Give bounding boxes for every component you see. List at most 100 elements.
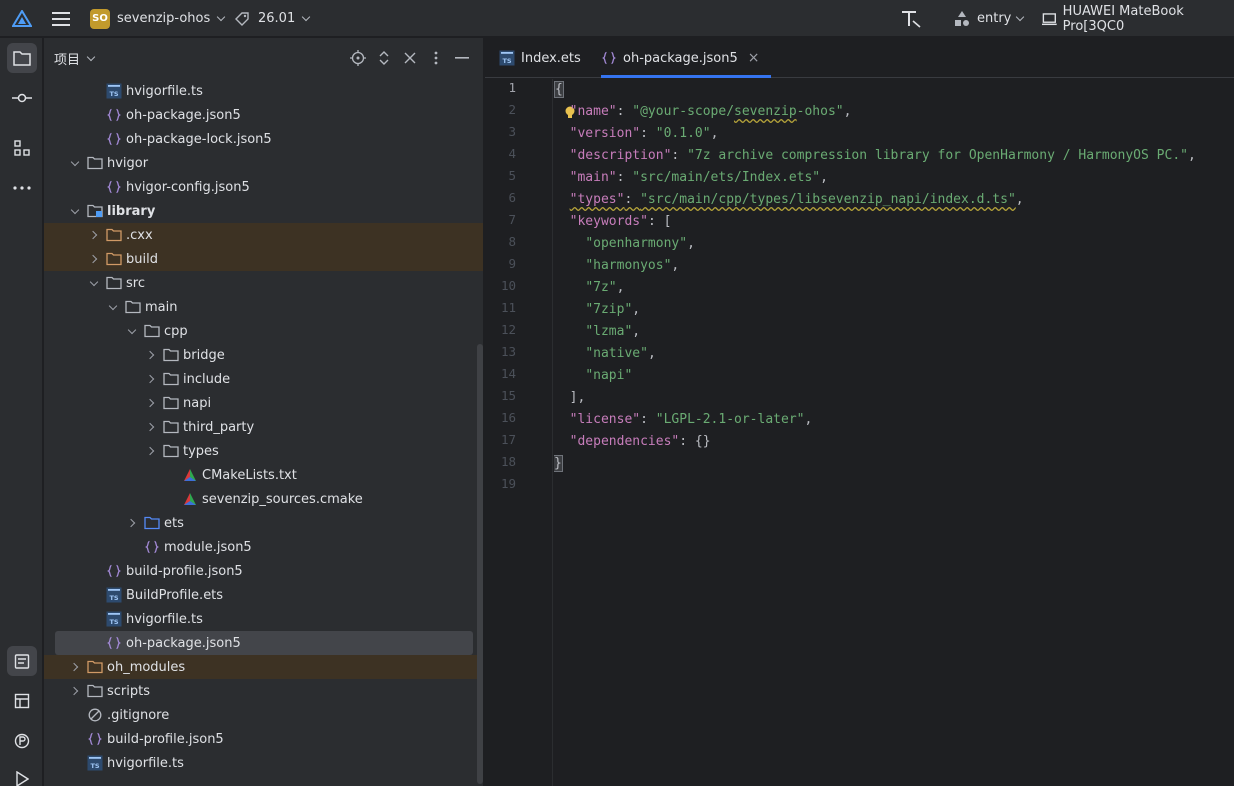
tree-item[interactable]: library — [44, 199, 483, 223]
tree-item[interactable]: bridge — [44, 343, 483, 367]
locate-file-icon[interactable] — [349, 49, 367, 67]
close-icon[interactable]: × — [748, 50, 760, 66]
tree-item[interactable]: CMakeLists.txt — [44, 463, 483, 487]
structure-icon[interactable] — [7, 133, 37, 163]
version-label: 26.01 — [258, 11, 296, 26]
tree-item-label: hvigorfile.ts — [107, 755, 184, 771]
layout-icon[interactable] — [7, 686, 37, 716]
code-token: "openharmony" — [585, 236, 688, 251]
chevron-down-icon[interactable] — [68, 151, 82, 175]
code-token: "native" — [585, 346, 648, 361]
tree-item[interactable]: .cxx — [44, 223, 483, 247]
line-number: 10 — [500, 278, 516, 293]
tree-item[interactable]: TS hvigorfile.ts — [44, 79, 483, 103]
tree-item[interactable]: build — [44, 247, 483, 271]
code-token: "7zip" — [585, 302, 633, 317]
project-tree: TS hvigorfile.ts oh-package.json5 oh-packag… — [44, 79, 483, 775]
chevron-down-icon[interactable] — [86, 52, 96, 61]
project-switcher[interactable]: SO sevenzip-ohos — [90, 0, 226, 37]
typography-icon[interactable] — [900, 0, 922, 37]
commit-icon[interactable] — [7, 83, 37, 113]
chevron-right-icon[interactable] — [144, 439, 158, 463]
todo-icon[interactable] — [7, 646, 37, 676]
chevron-right-icon[interactable] — [144, 391, 158, 415]
svg-text:TS: TS — [90, 762, 99, 770]
tree-scrollbar[interactable] — [477, 344, 483, 784]
line-number: 9 — [508, 256, 516, 271]
tree-item[interactable]: oh_modules — [44, 655, 483, 679]
chevron-right-icon[interactable] — [144, 343, 158, 367]
run-icon[interactable] — [7, 764, 37, 786]
chevron-down-icon[interactable] — [106, 295, 120, 319]
code-token: : — [616, 104, 633, 119]
tree-item[interactable]: TS hvigorfile.ts — [44, 751, 483, 775]
hide-panel-icon[interactable] — [453, 49, 471, 67]
editor-tab[interactable]: oh-package.json5 × — [601, 38, 772, 78]
tree-item-label: cpp — [164, 323, 188, 339]
tree-item[interactable]: oh-package.json5 — [44, 103, 483, 127]
tree-item-label: .gitignore — [107, 707, 170, 723]
tree-item[interactable]: TS hvigorfile.ts — [44, 607, 483, 631]
panel-title[interactable]: 项目 — [54, 49, 80, 68]
tree-item[interactable]: cpp — [44, 319, 483, 343]
expand-all-icon[interactable] — [375, 49, 393, 67]
code-token: , — [687, 236, 695, 251]
line-number: 12 — [500, 322, 516, 337]
chevron-right-icon[interactable] — [68, 679, 82, 703]
tree-item[interactable]: napi — [44, 391, 483, 415]
tree-item[interactable]: TS BuildProfile.ets — [44, 583, 483, 607]
code-editor[interactable]: { "name": "@your-scope/sevenzip-ohos", "… — [554, 79, 1234, 786]
options-icon[interactable] — [427, 49, 445, 67]
chevron-right-icon[interactable] — [68, 655, 82, 679]
profiler-icon[interactable] — [7, 726, 37, 756]
tree-item[interactable]: include — [44, 367, 483, 391]
project-panel: 项目 TS hvigorfile.ts oh-package.json5 oh-pac… — [44, 38, 484, 786]
device-switcher[interactable]: HUAWEI MateBook Pro[3QC0 — [1042, 0, 1234, 37]
line-number: 11 — [500, 300, 516, 315]
tree-item[interactable]: hvigor-config.json5 — [44, 175, 483, 199]
svg-text:TS: TS — [109, 618, 118, 626]
tree-item[interactable]: module.json5 — [44, 535, 483, 559]
project-folder-icon[interactable] — [7, 43, 37, 73]
code-token: : — [624, 192, 641, 207]
tree-item[interactable]: src — [44, 271, 483, 295]
ts-file-icon: TS — [499, 50, 515, 66]
more-tools-icon[interactable] — [7, 173, 37, 203]
chevron-down-icon[interactable] — [87, 271, 101, 295]
tree-item[interactable]: third_party — [44, 415, 483, 439]
tree-item[interactable]: oh-package.json5 — [55, 631, 473, 655]
chevron-right-icon[interactable] — [87, 247, 101, 271]
tree-item[interactable]: scripts — [44, 679, 483, 703]
chevron-down-icon[interactable] — [125, 319, 139, 343]
tree-item-label: hvigor — [107, 155, 149, 171]
tree-item[interactable]: hvigor — [44, 151, 483, 175]
chevron-right-icon[interactable] — [144, 367, 158, 391]
run-config-switcher[interactable]: entry — [953, 0, 1025, 37]
chevron-right-icon[interactable] — [144, 415, 158, 439]
chevron-down-icon[interactable] — [68, 199, 82, 223]
main-menu-icon[interactable] — [52, 0, 70, 37]
svg-text:TS: TS — [109, 90, 118, 98]
tree-item[interactable]: ets — [44, 511, 483, 535]
tree-item[interactable]: build-profile.json5 — [44, 727, 483, 751]
code-line: "7zip", — [554, 299, 640, 321]
tree-item[interactable]: oh-package-lock.json5 — [44, 127, 483, 151]
tree-item[interactable]: build-profile.json5 — [44, 559, 483, 583]
collapse-all-icon[interactable] — [401, 49, 419, 67]
app-logo-icon[interactable] — [12, 0, 32, 37]
tree-item-label: .cxx — [126, 227, 153, 243]
chevron-right-icon[interactable] — [125, 511, 139, 535]
chevron-right-icon[interactable] — [87, 223, 101, 247]
editor-tab[interactable]: TS Index.ets — [499, 38, 581, 78]
tree-item[interactable]: types — [44, 439, 483, 463]
version-switcher[interactable]: 26.01 — [234, 0, 311, 37]
code-token: "LGPL-2.1-or-later" — [655, 412, 805, 427]
tree-item[interactable]: sevenzip_sources.cmake — [44, 487, 483, 511]
tree-item[interactable]: .gitignore — [44, 703, 483, 727]
tree-item[interactable]: main — [44, 295, 483, 319]
